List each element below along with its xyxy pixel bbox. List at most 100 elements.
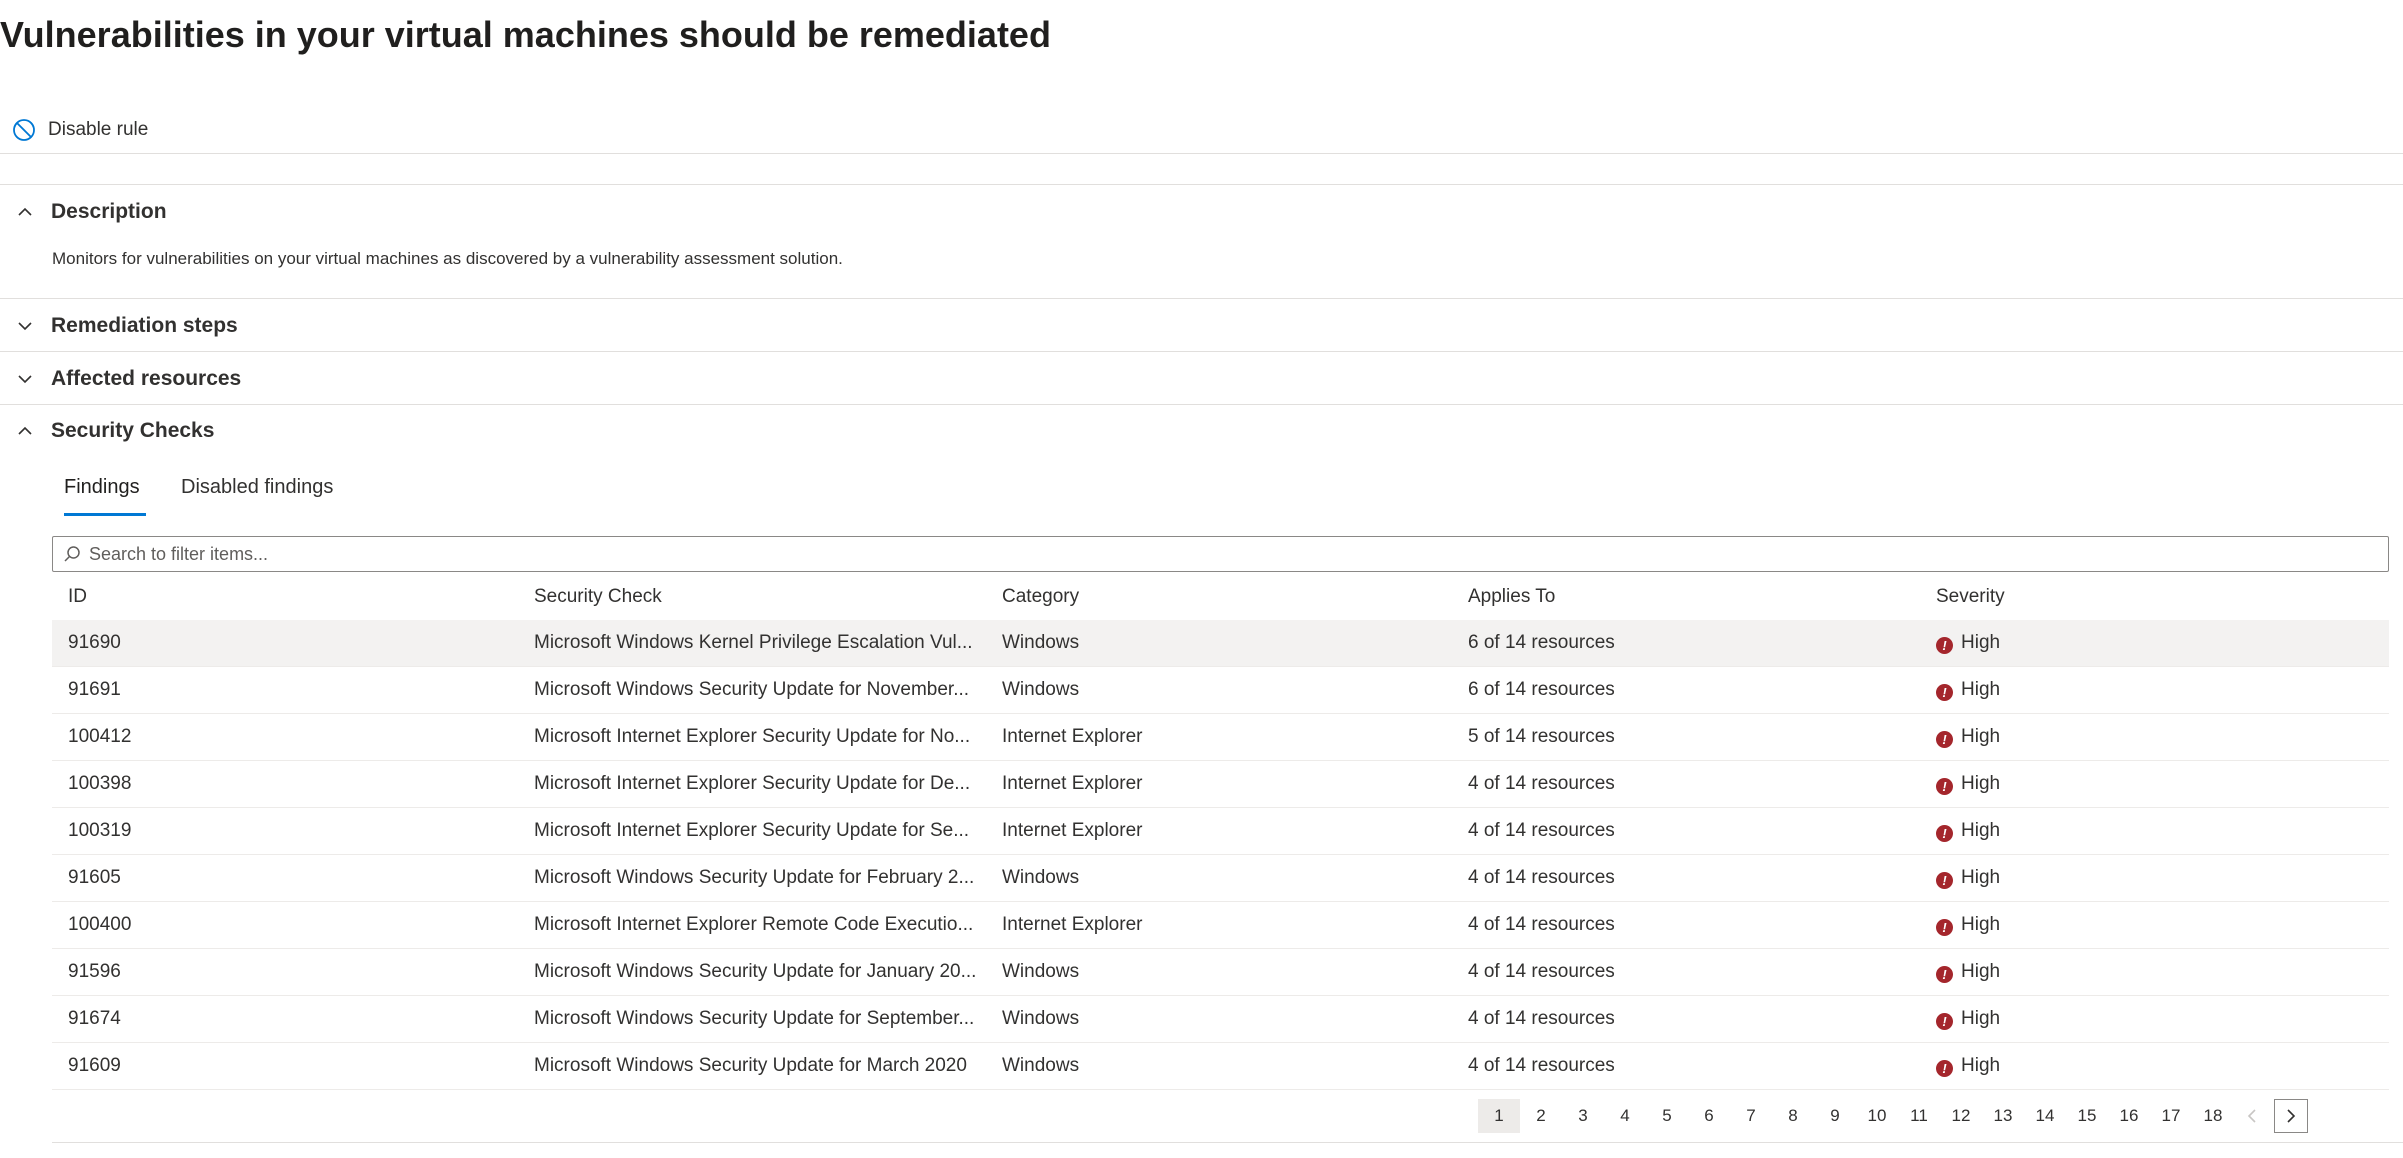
cell-category: Windows [1002,632,1080,653]
cell-security-check: Microsoft Windows Security Update for Se… [534,1008,975,1029]
cell-security-check: Microsoft Internet Explorer Security Upd… [534,726,971,747]
cell-security-check: Microsoft Windows Kernel Privilege Escal… [534,632,973,653]
chevron-down-icon [18,375,32,384]
section-description-header[interactable]: Description [0,186,2403,238]
cell-id: 91609 [68,1055,121,1076]
cell-id: 100412 [68,726,132,747]
page-button[interactable]: 5 [1646,1099,1688,1133]
page-button[interactable]: 17 [2150,1099,2192,1133]
table-row[interactable]: 91609 Microsoft Windows Security Update … [52,1043,2389,1090]
cell-category: Windows [1002,1008,1080,1029]
page-button[interactable]: 16 [2108,1099,2150,1133]
cell-severity: ! High [1936,1008,2000,1030]
cell-category: Windows [1002,961,1080,982]
page-button[interactable]: 12 [1940,1099,1982,1133]
severity-label: High [1961,867,2001,888]
severity-label: High [1961,961,2001,982]
section-remediation-title: Remediation steps [51,314,238,337]
page-button[interactable]: 2 [1520,1099,1562,1133]
page-button[interactable]: 8 [1772,1099,1814,1133]
cell-severity: ! High [1936,1055,2000,1077]
cell-id: 91674 [68,1008,121,1029]
page-button[interactable]: 14 [2024,1099,2066,1133]
severity-label: High [1961,773,2001,794]
cell-category: Windows [1002,679,1080,700]
severity-label: High [1961,1055,2001,1076]
cell-severity: ! High [1936,867,2000,889]
table-row[interactable]: 100400 Microsoft Internet Explorer Remot… [52,902,2389,949]
page-button[interactable]: 11 [1898,1099,1940,1133]
cell-applies-to: 4 of 14 resources [1468,914,1615,935]
cell-severity: ! High [1936,914,2000,936]
section-affected-header[interactable]: Affected resources [0,353,2403,405]
severity-label: High [1961,820,2001,841]
cell-category: Internet Explorer [1002,820,1143,841]
disable-rule-button[interactable]: Disable rule [12,112,148,148]
previous-page-button[interactable] [2234,1099,2270,1133]
table-row[interactable]: 91674 Microsoft Windows Security Update … [52,996,2389,1043]
section-security-checks-title: Security Checks [51,419,215,442]
description-text: Monitors for vulnerabilities on your vir… [52,249,843,268]
active-tab-indicator [64,513,146,516]
search-input[interactable] [87,542,2287,566]
table-row[interactable]: 100412 Microsoft Internet Explorer Secur… [52,714,2389,761]
cell-severity: ! High [1936,632,2000,654]
severity-label: High [1961,914,2001,935]
error-badge-icon: ! [1936,918,1953,936]
table-row[interactable]: 100319 Microsoft Internet Explorer Secur… [52,808,2389,855]
cell-severity: ! High [1936,961,2000,983]
page-button[interactable]: 6 [1688,1099,1730,1133]
table-row[interactable]: 91690 Microsoft Windows Kernel Privilege… [52,620,2389,667]
error-badge-icon: ! [1936,730,1953,748]
error-badge-icon: ! [1936,965,1953,983]
table-row[interactable]: 91605 Microsoft Windows Security Update … [52,855,2389,902]
section-security-checks-header[interactable]: Security Checks [0,405,2403,457]
block-icon [13,119,35,141]
page-button[interactable]: 3 [1562,1099,1604,1133]
cell-security-check: Microsoft Internet Explorer Security Upd… [534,820,970,841]
cell-security-check: Microsoft Windows Security Update for Ma… [534,1055,967,1076]
cell-applies-to: 6 of 14 resources [1468,632,1615,653]
page-title: Vulnerabilities in your virtual machines… [0,14,1051,55]
pagination: 1 2 3 4 5 6 7 8 9 10 11 12 13 14 15 16 1… [1478,1098,2308,1134]
next-page-button[interactable] [2274,1099,2308,1133]
page-button[interactable]: 1 [1478,1099,1520,1133]
cell-applies-to: 5 of 14 resources [1468,726,1615,747]
column-header-applies-to[interactable]: Applies To [1468,586,1555,608]
page-button[interactable]: 13 [1982,1099,2024,1133]
table-row[interactable]: 100398 Microsoft Internet Explorer Secur… [52,761,2389,808]
page-button[interactable]: 18 [2192,1099,2234,1133]
divider [52,1142,2403,1143]
cell-applies-to: 4 of 14 resources [1468,867,1615,888]
page-button[interactable]: 7 [1730,1099,1772,1133]
column-header-id[interactable]: ID [68,586,87,608]
divider [0,351,2403,352]
cell-security-check: Microsoft Windows Security Update for Ja… [534,961,977,982]
tab-disabled-findings[interactable]: Disabled findings [181,476,333,499]
error-badge-icon: ! [1936,636,1953,654]
cell-category: Internet Explorer [1002,726,1143,747]
cell-id: 91690 [68,632,121,653]
page-button[interactable]: 15 [2066,1099,2108,1133]
cell-id: 100400 [68,914,132,935]
page-button[interactable]: 10 [1856,1099,1898,1133]
cell-severity: ! High [1936,726,2000,748]
search-box[interactable] [52,536,2389,572]
page-button[interactable]: 9 [1814,1099,1856,1133]
cell-severity: ! High [1936,679,2000,701]
cell-category: Windows [1002,867,1080,888]
cell-id: 91691 [68,679,121,700]
table-row[interactable]: 91691 Microsoft Windows Security Update … [52,667,2389,714]
cell-security-check: Microsoft Internet Explorer Security Upd… [534,773,971,794]
page-button[interactable]: 4 [1604,1099,1646,1133]
column-header-category[interactable]: Category [1002,586,1079,608]
error-badge-icon: ! [1936,824,1953,842]
severity-label: High [1961,1008,2001,1029]
column-header-severity[interactable]: Severity [1936,586,2005,608]
column-header-security-check[interactable]: Security Check [534,586,662,608]
cell-applies-to: 6 of 14 resources [1468,679,1615,700]
section-remediation-header[interactable]: Remediation steps [0,300,2403,352]
table-row[interactable]: 91596 Microsoft Windows Security Update … [52,949,2389,996]
tab-findings[interactable]: Findings [64,476,140,499]
section-affected-title: Affected resources [51,367,242,390]
